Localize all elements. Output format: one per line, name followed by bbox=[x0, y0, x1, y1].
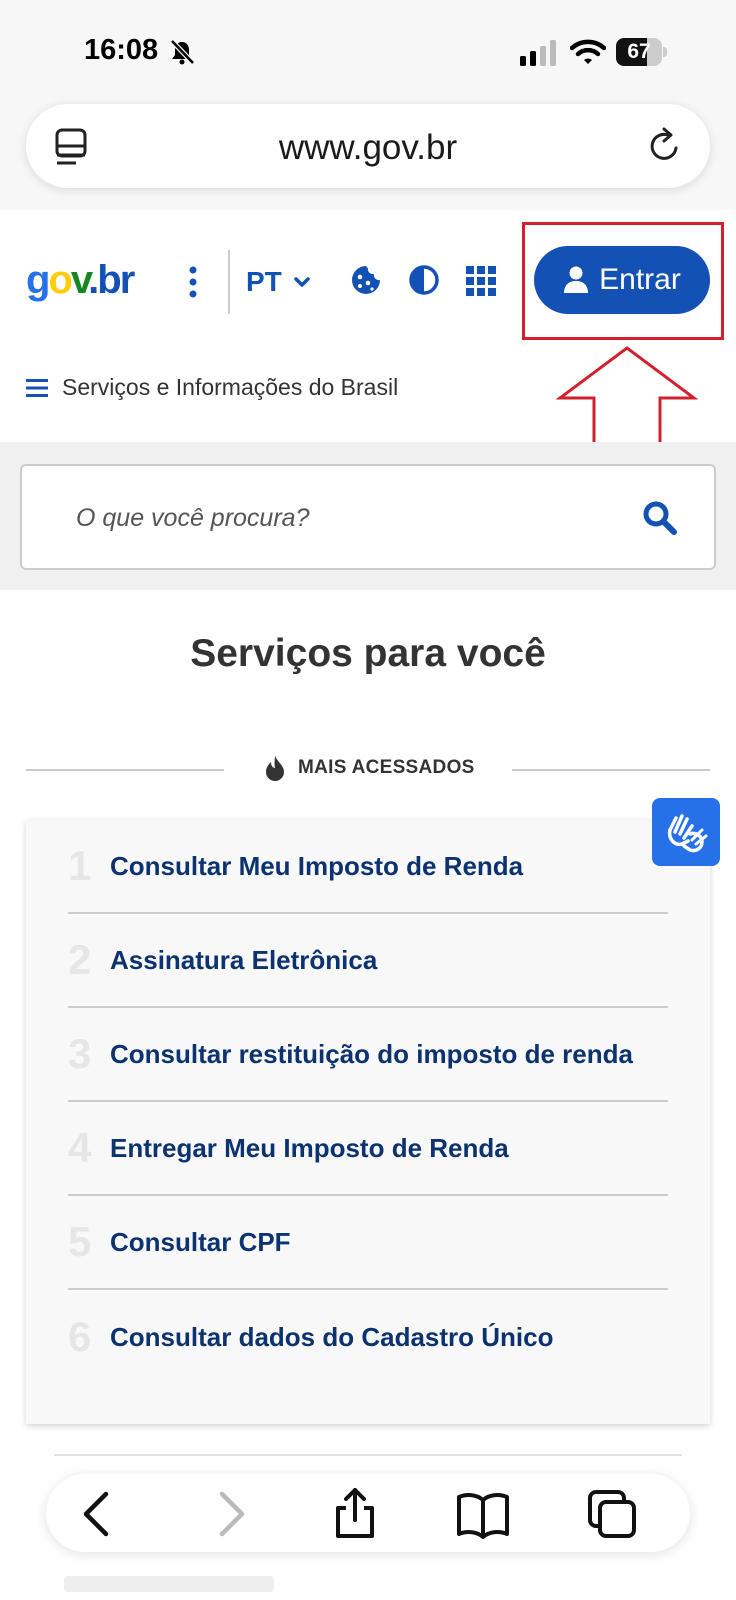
services-title: Serviços para você bbox=[190, 632, 546, 675]
service-item[interactable]: 1 Consultar Meu Imposto de Renda bbox=[68, 820, 668, 914]
most-accessed-header: MAIS ACESSADOS bbox=[26, 752, 710, 788]
status-bar: 16:08 67 bbox=[0, 0, 736, 100]
bell-slash-icon bbox=[170, 39, 195, 65]
service-number: 6 bbox=[68, 1313, 92, 1360]
service-number: 2 bbox=[68, 936, 92, 983]
search-icon[interactable] bbox=[642, 500, 678, 536]
cookie-icon[interactable] bbox=[350, 264, 382, 296]
menu-label: Serviços e Informações do Brasil bbox=[62, 374, 399, 400]
service-link[interactable]: Consultar restituição do imposto de rend… bbox=[110, 1039, 633, 1070]
faded-content bbox=[64, 1576, 274, 1592]
hamburger-menu-icon bbox=[26, 378, 48, 397]
language-select[interactable]: PT bbox=[246, 264, 312, 300]
reload-icon[interactable] bbox=[646, 126, 684, 166]
divider-line bbox=[512, 769, 710, 771]
address-bar[interactable]: www.gov.br bbox=[26, 104, 710, 188]
sign-language-hands-icon bbox=[667, 814, 708, 853]
more-options-icon[interactable] bbox=[186, 266, 200, 298]
battery-percent: 67 bbox=[627, 40, 651, 63]
main-menu-toggle[interactable]: Serviços e Informações do Brasil bbox=[26, 374, 398, 401]
most-accessed-list: 1 Consultar Meu Imposto de Renda 2 Assin… bbox=[26, 820, 710, 1424]
contrast-icon[interactable] bbox=[408, 264, 440, 296]
service-link[interactable]: Consultar Meu Imposto de Renda bbox=[110, 851, 523, 882]
back-icon[interactable] bbox=[70, 1488, 124, 1540]
header-divider bbox=[228, 250, 230, 314]
service-number: 3 bbox=[68, 1030, 92, 1077]
search-section: O que você procura? bbox=[0, 442, 736, 590]
divider-line bbox=[26, 769, 224, 771]
url-text[interactable]: www.gov.br bbox=[26, 128, 710, 168]
service-item[interactable]: 5 Consultar CPF bbox=[68, 1196, 668, 1290]
govbr-logo[interactable]: gov.br bbox=[26, 258, 135, 303]
most-accessed-label: MAIS ACESSADOS bbox=[298, 757, 475, 778]
libras-accessibility-button[interactable] bbox=[652, 798, 720, 866]
status-time: 16:08 bbox=[84, 34, 159, 66]
service-item[interactable]: 2 Assinatura Eletrônica bbox=[68, 914, 668, 1008]
service-number: 5 bbox=[68, 1218, 92, 1265]
browser-toolbar bbox=[46, 1474, 690, 1552]
gov-header: gov.br PT Entrar Serviços e Informações … bbox=[0, 210, 736, 448]
language-label: PT bbox=[246, 266, 282, 297]
faded-divider bbox=[54, 1454, 682, 1456]
service-item[interactable]: 4 Entregar Meu Imposto de Renda bbox=[68, 1102, 668, 1196]
wifi-icon bbox=[570, 39, 606, 64]
service-item[interactable]: 3 Consultar restituição do imposto de re… bbox=[68, 1008, 668, 1102]
cellular-signal-icon bbox=[520, 40, 556, 66]
search-box[interactable]: O que você procura? bbox=[20, 464, 716, 570]
battery-indicator: 67 bbox=[616, 38, 667, 66]
bookmarks-icon[interactable] bbox=[456, 1488, 510, 1540]
share-icon[interactable] bbox=[328, 1488, 382, 1540]
search-input[interactable]: O que você procura? bbox=[76, 504, 309, 533]
service-link[interactable]: Entregar Meu Imposto de Renda bbox=[110, 1133, 509, 1164]
tabs-icon[interactable] bbox=[586, 1488, 640, 1540]
forward-icon[interactable] bbox=[204, 1488, 258, 1540]
arrow-up-annotation-icon bbox=[556, 346, 698, 448]
fire-icon bbox=[266, 755, 284, 781]
service-number: 4 bbox=[68, 1124, 92, 1171]
chevron-down-icon bbox=[294, 277, 310, 287]
service-link[interactable]: Consultar CPF bbox=[110, 1227, 291, 1258]
browser-address-area: www.gov.br bbox=[0, 100, 736, 210]
highlight-annotation-box bbox=[522, 222, 724, 340]
service-item[interactable]: 6 Consultar dados do Cadastro Único bbox=[68, 1290, 668, 1384]
service-link[interactable]: Assinatura Eletrônica bbox=[110, 945, 377, 976]
apps-grid-icon[interactable] bbox=[466, 266, 496, 296]
service-number: 1 bbox=[68, 842, 92, 889]
service-link[interactable]: Consultar dados do Cadastro Único bbox=[110, 1322, 554, 1353]
